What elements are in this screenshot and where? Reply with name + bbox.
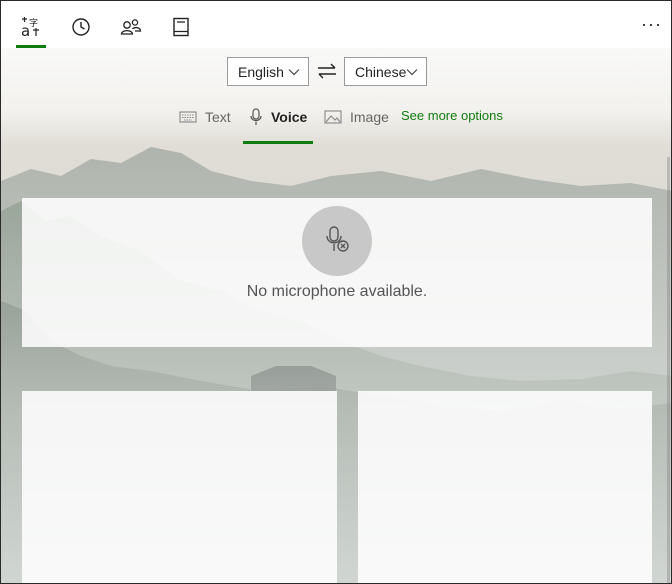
tab-text-label: Text [205, 109, 231, 125]
source-text-panel [22, 391, 337, 583]
source-language-label: English [238, 63, 284, 80]
target-language-label: Chinese [355, 63, 407, 80]
top-navigation-bar: a 字 ··· [2, 2, 671, 48]
people-icon[interactable] [114, 10, 148, 44]
translation-panel [358, 391, 652, 583]
chevron-down-icon [406, 69, 418, 76]
active-tab-indicator [243, 141, 313, 144]
tab-image[interactable]: Image [324, 105, 389, 129]
tab-image-label: Image [350, 109, 389, 125]
svg-text:字: 字 [29, 17, 38, 29]
tab-voice-label: Voice [271, 109, 308, 125]
tab-text[interactable]: Text [179, 105, 231, 129]
clock-icon[interactable] [64, 10, 98, 44]
more-options-button[interactable]: ··· [641, 14, 662, 35]
keyboard-icon [179, 111, 197, 123]
tab-voice[interactable]: Voice [249, 105, 307, 129]
no-microphone-message: No microphone available. [246, 283, 428, 300]
book-icon[interactable] [164, 10, 198, 44]
vertical-scrollbar[interactable] [667, 157, 670, 583]
microphone-icon [250, 108, 262, 125]
microphone-unavailable-icon [302, 206, 372, 276]
app-window: a 字 ··· English Chinese Text Voice Image… [0, 0, 672, 584]
swap-arrows-icon[interactable] [317, 62, 337, 85]
chevron-down-icon [288, 69, 300, 76]
image-icon [324, 110, 342, 124]
translate-icon[interactable]: a 字 [14, 10, 48, 48]
source-language-select[interactable]: English [227, 57, 309, 86]
see-more-options-link[interactable]: See more options [401, 108, 503, 123]
target-language-select[interactable]: Chinese [344, 57, 427, 86]
